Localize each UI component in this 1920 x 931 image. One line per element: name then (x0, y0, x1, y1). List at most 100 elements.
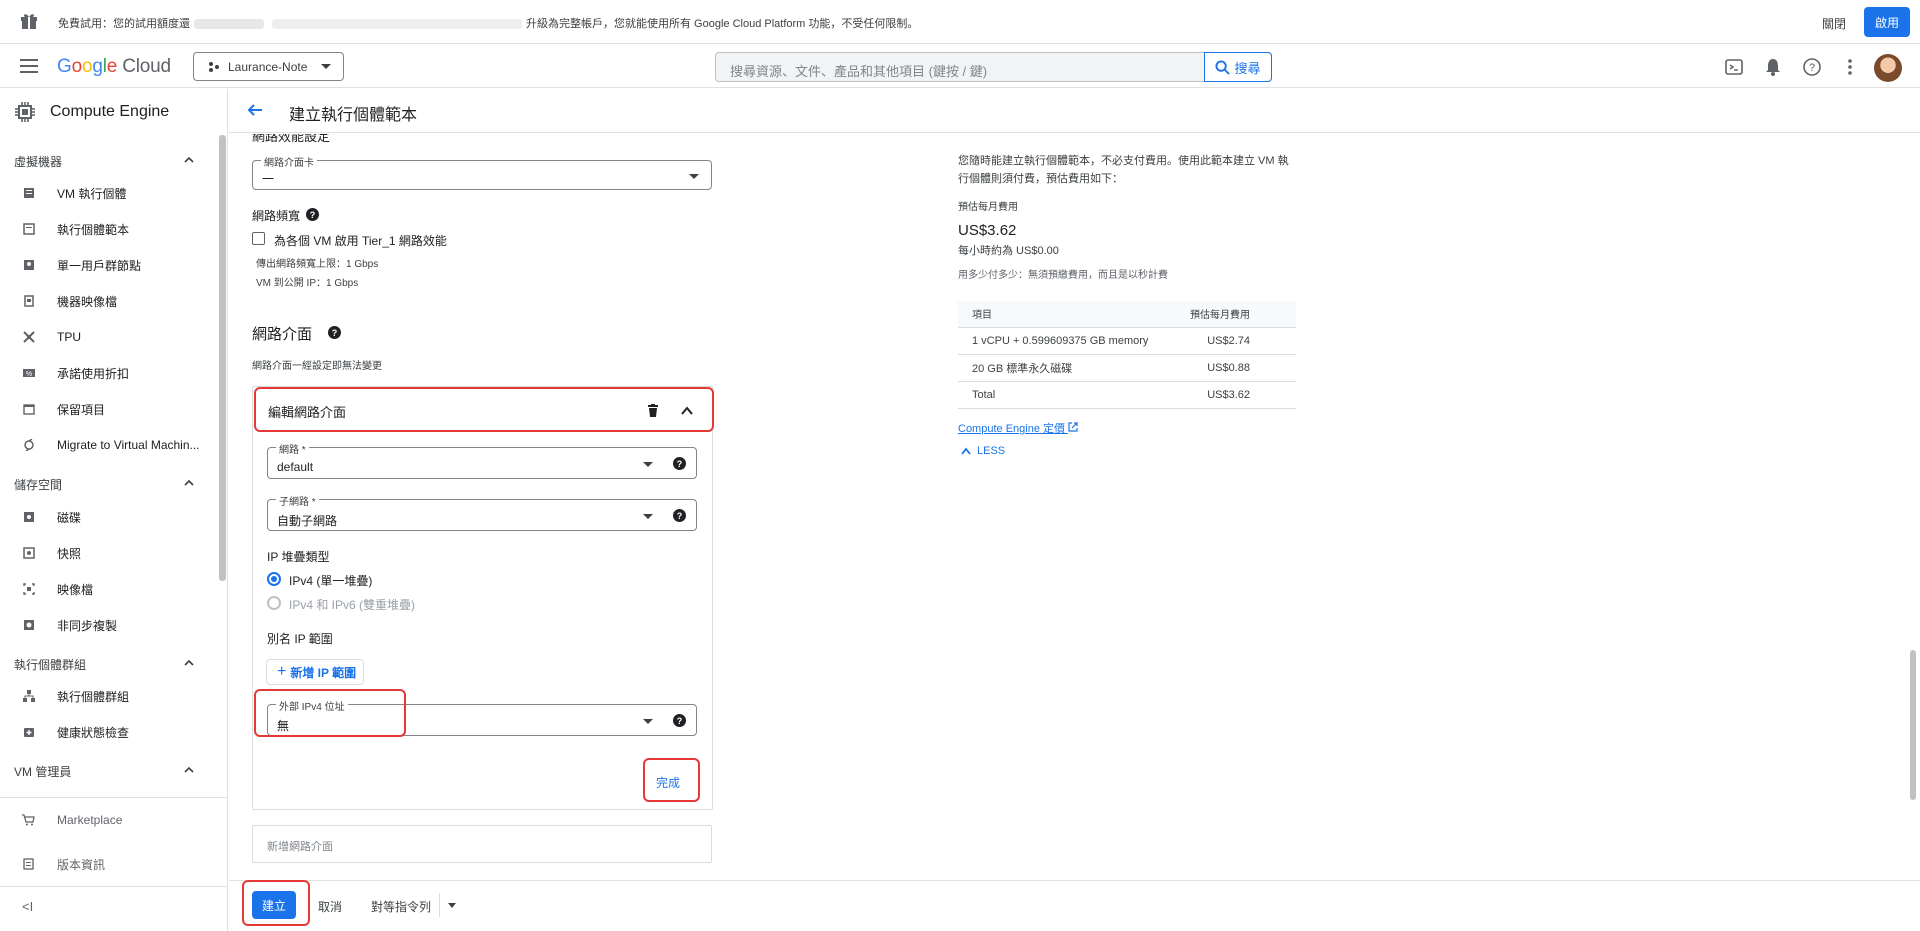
ipv4-radio[interactable] (267, 572, 281, 586)
page-titlebar: 建立執行個體範本 (229, 89, 1920, 133)
chevron-down-icon (643, 719, 653, 724)
search-input[interactable]: 搜尋資源、文件、產品和其他項目 (鍵按 / 鍵) (730, 61, 987, 80)
sidebar-scrollbar[interactable] (219, 135, 226, 581)
compute-chip-icon (15, 102, 35, 122)
chevron-down-icon (643, 514, 653, 519)
release-notes-icon (22, 858, 35, 871)
search-button[interactable]: 搜尋 (1204, 52, 1272, 82)
vm-ip-note: VM 到公開 IP：1 Gbps (256, 278, 359, 289)
sidebar-item-sole-tenant[interactable]: 單一用戶群節點 (22, 255, 141, 275)
help-icon[interactable]: ? (306, 208, 319, 221)
arrow-back-icon[interactable] (246, 101, 264, 119)
sidebar-item-images[interactable]: 映像檔 (22, 579, 93, 599)
top-header: Google Cloud Laurance-Note 搜尋資源、文件、產品和其他… (0, 45, 1920, 88)
page-title: 建立執行個體範本 (289, 107, 418, 124)
plus-icon: + (277, 663, 287, 680)
image-icon (22, 583, 35, 596)
sole-tenant-icon (22, 259, 35, 272)
cancel-button[interactable]: 取消 (318, 898, 342, 915)
pricing-intro: 您隨時能建立執行個體範本，不必支付費用。使用此範本建立 VM 執行個體則須付費，… (958, 155, 1289, 185)
activate-button[interactable]: 啟用 (1864, 7, 1910, 37)
more-vert-icon[interactable] (1840, 57, 1860, 77)
add-nic-button[interactable]: 新增網路介面 (252, 825, 712, 863)
table-row: 20 GB 標準永久磁碟 US$0.88 (958, 354, 1296, 382)
product-title: Compute Engine (50, 103, 170, 120)
tier1-checkbox[interactable] (252, 232, 265, 245)
sidebar-item-marketplace[interactable]: Marketplace (22, 810, 122, 830)
section-instance-groups[interactable]: 執行個體群組 (14, 656, 86, 673)
sidebar-item-machine-images[interactable]: 機器映像檔 (22, 291, 117, 311)
avatar[interactable] (1874, 54, 1902, 82)
egress-note: 傳出網路頻寬上限：1 Gbps (256, 259, 379, 270)
ipv4-label: IPv4 (單一堆疊) (289, 574, 373, 588)
search-icon (1215, 59, 1231, 75)
monthly-label: 預估每月費用 (958, 202, 1018, 213)
search-bar[interactable]: 搜尋資源、文件、產品和其他項目 (鍵按 / 鍵) 搜尋 (715, 52, 1272, 82)
svg-text:?: ? (1809, 62, 1815, 74)
help-icon[interactable]: ? (673, 509, 686, 522)
collapse-sidebar-button[interactable]: <I (22, 899, 33, 914)
section-vm[interactable]: 虛擬機器 (14, 153, 62, 170)
sidebar-item-disks[interactable]: 磁碟 (22, 507, 81, 527)
nic-card-select[interactable]: 網路介面卡 一 (252, 154, 712, 190)
ip-stack-label: IP 堆疊類型 (267, 550, 330, 564)
svg-text:%: % (25, 371, 31, 378)
highlight-external-ip (254, 689, 406, 737)
section-vm-manager[interactable]: VM 管理員 (14, 763, 71, 780)
sidebar-item-vm-instances[interactable]: VM 執行個體 (22, 183, 126, 203)
dismiss-button[interactable]: 關閉 (1822, 15, 1846, 32)
page-scrollbar[interactable] (1910, 650, 1916, 800)
dual-stack-radio[interactable] (267, 596, 281, 610)
sidebar-item-health-checks[interactable]: 健康狀態檢查 (22, 722, 129, 742)
tpu-icon (22, 331, 35, 344)
help-icon[interactable]: ? (673, 714, 686, 727)
group-icon (22, 690, 35, 703)
help-icon[interactable]: ? (328, 326, 341, 339)
subnet-select[interactable]: 子網路 * 自動子網路 ? (267, 493, 697, 531)
pricing-link[interactable]: Compute Engine 定價 (958, 420, 1078, 436)
network-select[interactable]: 網路 * default ? (267, 441, 697, 479)
product-header: Compute Engine (14, 97, 169, 127)
tier1-label: 為各個 VM 啟用 Tier_1 網路效能 (274, 234, 447, 248)
alias-ip-label: 別名 IP 範圍 (267, 632, 333, 646)
pricing-table: 項目 預估每月費用 1 vCPU + 0.599609375 GB memory U… (958, 301, 1296, 409)
template-icon (22, 223, 35, 236)
redacted-block (194, 19, 264, 30)
monthly-value: US$3.62 (958, 222, 1017, 239)
google-cloud-logo[interactable]: Google Cloud (57, 56, 171, 78)
add-ip-range-button[interactable]: + 新增 IP 範圍 (266, 659, 364, 685)
sidebar-item-reservations[interactable]: 保留項目 (22, 399, 105, 419)
bell-icon[interactable] (1763, 57, 1783, 77)
highlight-done (643, 758, 700, 802)
divider (0, 797, 228, 798)
payg-note: 用多少付多少：無須預繳費用，而且是以秒計費 (958, 270, 1168, 281)
project-selector[interactable]: Laurance-Note (193, 52, 344, 81)
help-icon[interactable]: ? (1802, 57, 1822, 77)
chevron-up-icon[interactable] (183, 154, 195, 166)
sidebar-item-committed-use[interactable]: % 承諾使用折扣 (22, 363, 129, 383)
chevron-up-icon[interactable] (183, 657, 195, 669)
divider (0, 886, 228, 887)
sidebar-item-async-replication[interactable]: 非同步複製 (22, 615, 117, 635)
help-icon[interactable]: ? (673, 457, 686, 470)
menu-icon[interactable] (20, 59, 38, 73)
sidebar-item-tpu[interactable]: TPU (22, 327, 81, 347)
sidebar-item-instance-templates[interactable]: 執行個體範本 (22, 219, 129, 239)
snapshot-icon (22, 547, 35, 560)
chevron-down-icon[interactable] (448, 903, 456, 908)
trial-banner: 免費試用：您的試用額度還 升級為完整帳戶，您就能使用所有 Google Cloud… (0, 0, 1920, 44)
chevron-up-icon[interactable] (183, 477, 195, 489)
less-toggle[interactable]: LESS (960, 445, 1005, 457)
sidebar: Compute Engine 虛擬機器 VM 執行個體 執行個體範本 單一用戶群… (0, 89, 228, 931)
sidebar-item-release-notes[interactable]: 版本資訊 (22, 854, 105, 874)
chevron-up-icon[interactable] (183, 764, 195, 776)
sidebar-item-migrate[interactable]: Migrate to Virtual Machin... (22, 435, 200, 455)
sidebar-item-instance-groups[interactable]: 執行個體群組 (22, 686, 129, 706)
highlight-edit-nic (254, 387, 714, 432)
action-bar (229, 880, 1920, 931)
equivalent-cli-button[interactable]: 對等指令列 (371, 898, 431, 915)
table-row: 1 vCPU + 0.599609375 GB memory US$2.74 (958, 327, 1296, 355)
terminal-icon[interactable] (1724, 57, 1744, 77)
section-storage[interactable]: 儲存空間 (14, 476, 62, 493)
sidebar-item-snapshots[interactable]: 快照 (22, 543, 81, 563)
